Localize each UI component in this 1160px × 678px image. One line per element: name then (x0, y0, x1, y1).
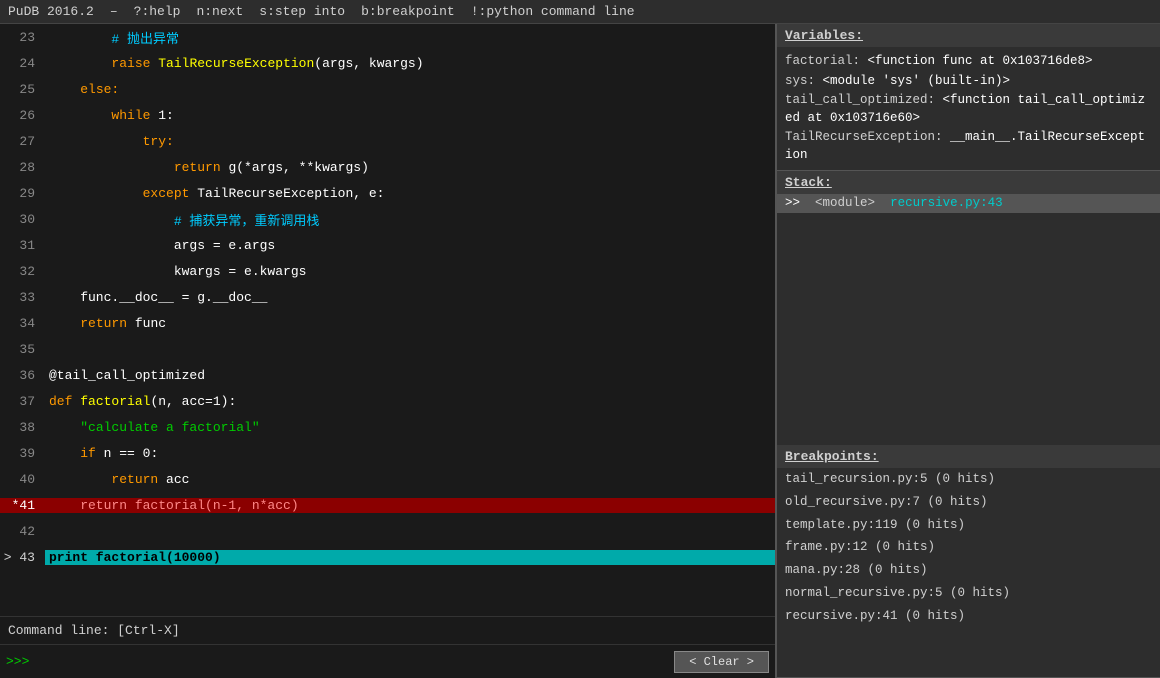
line-content: return g(*args, **kwargs) (45, 160, 775, 175)
line-number: 27 (0, 134, 45, 149)
line-content: else: (45, 82, 775, 97)
table-row: 37 def factorial(n, acc=1): (0, 388, 775, 414)
table-row: 31 args = e.args (0, 232, 775, 258)
variables-title: Variables: (777, 24, 1160, 47)
line-number: 25 (0, 82, 45, 97)
code-lines: 23 # 抛出异常 24 raise TailRecurseException(… (0, 24, 775, 570)
line-content: @tail_call_optimized (45, 368, 775, 383)
table-row: 36 @tail_call_optimized (0, 362, 775, 388)
line-number: 32 (0, 264, 45, 279)
breakpoints-section: Breakpoints: tail_recursion.py:5 (0 hits… (777, 445, 1160, 678)
line-number: 38 (0, 420, 45, 435)
line-content: while 1: (45, 108, 775, 123)
line-number: 26 (0, 108, 45, 123)
line-number: 35 (0, 342, 45, 357)
stack-section: Stack: >> <module> recursive.py:43 (777, 171, 1160, 213)
line-number: 37 (0, 394, 45, 409)
list-item: sys: <module 'sys' (built-in)> (785, 73, 1152, 91)
list-item[interactable]: mana.py:28 (0 hits) (777, 559, 1160, 582)
stack-spacer (777, 213, 1160, 445)
variables-section: Variables: factorial: <function func at … (777, 24, 1160, 171)
app-title: PuDB 2016.2 (8, 4, 94, 19)
line-number: 39 (0, 446, 45, 461)
table-row-breakpoint: *41 return factorial(n-1, n*acc) (0, 492, 775, 518)
list-item: factorial: <function func at 0x103716de8… (785, 53, 1152, 71)
table-row: 42 (0, 518, 775, 544)
line-number-pointer: > 43 (0, 550, 45, 565)
line-number: 28 (0, 160, 45, 175)
code-area[interactable]: 23 # 抛出异常 24 raise TailRecurseException(… (0, 24, 775, 616)
table-row: 24 raise TailRecurseException(args, kwar… (0, 50, 775, 76)
line-content: def factorial(n, acc=1): (45, 394, 775, 409)
list-item[interactable]: recursive.py:41 (0 hits) (777, 605, 1160, 628)
line-content: if n == 0: (45, 446, 775, 461)
list-item[interactable]: normal_recursive.py:5 (0 hits) (777, 582, 1160, 605)
table-row: 39 if n == 0: (0, 440, 775, 466)
table-row: 40 return acc (0, 466, 775, 492)
menu-item-step[interactable]: s:step into (259, 4, 345, 19)
console-prompt: >>> (6, 654, 29, 669)
line-number: 31 (0, 238, 45, 253)
right-panel: Variables: factorial: <function func at … (775, 24, 1160, 678)
table-row: 29 except TailRecurseException, e: (0, 180, 775, 206)
list-item: TailRecurseException: __main__.TailRecur… (785, 129, 1152, 164)
line-content: return func (45, 316, 775, 331)
line-content: raise TailRecurseException(args, kwargs) (45, 56, 775, 71)
variables-content: factorial: <function func at 0x103716de8… (777, 47, 1160, 170)
line-content: func.__doc__ = g.__doc__ (45, 290, 775, 305)
table-row: 34 return func (0, 310, 775, 336)
line-content: # 抛出异常 (45, 28, 775, 47)
line-number: 29 (0, 186, 45, 201)
stack-title: Stack: (777, 171, 1160, 194)
line-number: 34 (0, 316, 45, 331)
line-number: 24 (0, 56, 45, 71)
menu-bar: PuDB 2016.2 – ?:help n:next s:step into … (0, 0, 1160, 24)
line-number: 33 (0, 290, 45, 305)
table-row: 35 (0, 336, 775, 362)
list-item[interactable]: >> <module> recursive.py:43 (777, 194, 1160, 212)
line-content: kwargs = e.kwargs (45, 264, 775, 279)
table-row: 25 else: (0, 76, 775, 102)
table-row: 32 kwargs = e.kwargs (0, 258, 775, 284)
line-content: # 捕获异常，重新调用栈 (45, 210, 775, 229)
line-content: "calculate a factorial" (45, 420, 775, 435)
table-row: 27 try: (0, 128, 775, 154)
bottom-console-row: >>> < Clear > (0, 644, 775, 678)
list-item: tail_call_optimized: <function tail_call… (785, 92, 1152, 127)
menu-item-python[interactable]: !:python command line (471, 4, 635, 19)
main-layout: 23 # 抛出异常 24 raise TailRecurseException(… (0, 24, 1160, 678)
table-row: 23 # 抛出异常 (0, 24, 775, 50)
line-content: try: (45, 134, 775, 149)
list-item[interactable]: frame.py:12 (0 hits) (777, 536, 1160, 559)
table-row: 38 "calculate a factorial" (0, 414, 775, 440)
line-number: *41 (0, 498, 45, 513)
command-line-label: Command line: [Ctrl-X] (8, 623, 180, 638)
clear-button[interactable]: < Clear > (674, 651, 769, 673)
list-item[interactable]: old_recursive.py:7 (0 hits) (777, 491, 1160, 514)
line-content: return factorial(n-1, n*acc) (45, 498, 775, 513)
table-row: 30 # 捕获异常，重新调用栈 (0, 206, 775, 232)
line-number: 23 (0, 30, 45, 45)
line-number: 42 (0, 524, 45, 539)
menu-item-next[interactable]: n:next (196, 4, 243, 19)
line-content: return acc (45, 472, 775, 487)
menu-item-help-label[interactable]: ?:help (134, 4, 181, 19)
table-row-current: > 43 print factorial(10000) (0, 544, 775, 570)
line-number: 36 (0, 368, 45, 383)
menu-item-help[interactable]: – (110, 4, 118, 19)
left-panel: 23 # 抛出异常 24 raise TailRecurseException(… (0, 24, 775, 678)
line-content: except TailRecurseException, e: (45, 186, 775, 201)
table-row: 33 func.__doc__ = g.__doc__ (0, 284, 775, 310)
list-item[interactable]: tail_recursion.py:5 (0 hits) (777, 468, 1160, 491)
list-item[interactable]: template.py:119 (0 hits) (777, 514, 1160, 537)
menu-item-breakpoint[interactable]: b:breakpoint (361, 4, 455, 19)
line-number: 40 (0, 472, 45, 487)
table-row: 26 while 1: (0, 102, 775, 128)
line-content: args = e.args (45, 238, 775, 253)
breakpoints-title: Breakpoints: (777, 445, 1160, 468)
line-number: 30 (0, 212, 45, 227)
line-content-current: print factorial(10000) (45, 550, 775, 565)
command-line-bar: Command line: [Ctrl-X] (0, 616, 775, 644)
table-row: 28 return g(*args, **kwargs) (0, 154, 775, 180)
